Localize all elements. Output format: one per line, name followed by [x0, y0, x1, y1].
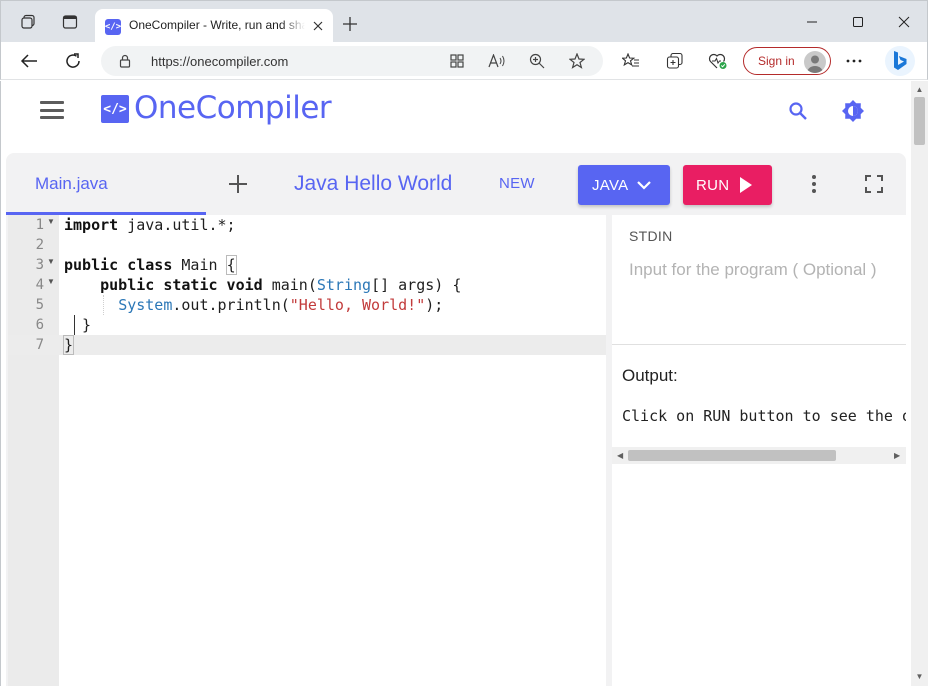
fold-arrow-icon[interactable]: ▼ [47, 257, 55, 266]
divider [612, 344, 906, 345]
fold-arrow-icon[interactable]: ▼ [47, 277, 55, 286]
text-cursor [74, 315, 75, 335]
code-text: System.out.println("Hello, World!"); [118, 296, 444, 314]
ide-toolbar: Main.java Java Hello World NEW JAVA RUN [6, 153, 906, 215]
line-number: 7 [35, 337, 44, 353]
zoom-icon[interactable] [527, 52, 547, 70]
browser-toolbar: https://onecompiler.com Sign in [0, 42, 928, 80]
refresh-icon[interactable] [60, 49, 86, 73]
read-aloud-icon[interactable] [487, 52, 507, 70]
stdin-input[interactable]: Input for the program ( Optional ) [629, 258, 879, 282]
ide-container: Main.java Java Hello World NEW JAVA RUN [6, 153, 906, 686]
page-content: </> OneCompiler ▲ ▼ Main.java Java Hello… [0, 81, 928, 686]
tab-main-java[interactable]: Main.java [6, 153, 206, 215]
minimize-icon[interactable] [789, 7, 835, 37]
scroll-down-arrow-icon[interactable]: ▼ [915, 671, 924, 681]
line-number: 6 [35, 317, 44, 333]
code-text: import java.util.*; [64, 216, 236, 234]
menu-hamburger-icon[interactable] [39, 99, 65, 121]
tab-title: OneCompiler - Write, run and share Java … [129, 18, 305, 34]
play-icon [739, 177, 753, 196]
onecompiler-favicon-icon: </> [105, 19, 121, 35]
browser-essentials-icon[interactable] [707, 51, 729, 71]
code-line[interactable]: 3 ▼ public class Main { [8, 255, 606, 275]
browser-tab-active[interactable]: </> OneCompiler - Write, run and share J… [95, 9, 333, 43]
code-text: } [64, 316, 92, 334]
snippet-title[interactable]: Java Hello World [294, 172, 452, 196]
line-number: 4 [35, 277, 44, 293]
workspaces-icon[interactable] [17, 11, 39, 33]
favorites-icon[interactable] [620, 51, 642, 71]
browser-tab-strip: </> OneCompiler - Write, run and share J… [0, 0, 928, 43]
bing-copilot-icon[interactable] [885, 46, 915, 76]
window-close-icon[interactable] [881, 7, 927, 37]
line-number: 5 [35, 297, 44, 313]
lock-icon[interactable] [119, 54, 131, 71]
code-line[interactable]: 2 [8, 235, 606, 255]
more-options-icon[interactable] [802, 172, 826, 196]
apps-grid-icon[interactable] [447, 52, 467, 70]
new-button[interactable]: NEW [499, 175, 535, 192]
indent-guide [103, 295, 104, 315]
code-line[interactable]: 6 } [8, 315, 606, 335]
sign-in-button[interactable]: Sign in [743, 47, 831, 75]
run-button[interactable]: RUN [683, 165, 772, 205]
collections-icon[interactable] [664, 51, 686, 71]
new-tab-icon[interactable] [339, 13, 361, 35]
scrollbar-thumb[interactable] [914, 97, 925, 145]
language-select-button[interactable]: JAVA [578, 165, 670, 205]
back-icon[interactable] [16, 49, 42, 73]
language-label: JAVA [592, 177, 629, 194]
code-text: public class Main { [64, 255, 237, 275]
address-bar[interactable]: https://onecompiler.com [101, 46, 603, 76]
code-text: } [62, 335, 75, 355]
fullscreen-icon[interactable] [862, 172, 886, 196]
line-number: 3 [35, 257, 44, 273]
sign-in-label: Sign in [758, 54, 795, 68]
stdin-label: STDIN [629, 228, 673, 244]
url-text[interactable]: https://onecompiler.com [151, 54, 288, 69]
code-text: public static void main(String[] args) { [100, 276, 462, 294]
close-tab-icon[interactable] [309, 17, 327, 35]
page-scrollbar[interactable]: ▲ ▼ [911, 81, 928, 686]
vertical-tabs-icon[interactable] [59, 11, 81, 33]
code-line-active[interactable]: 7 } [8, 335, 606, 355]
code-editor[interactable]: 1 ▼ import java.util.*; 2 3 ▼ public cla… [8, 215, 606, 686]
settings-more-icon[interactable] [843, 51, 865, 71]
line-number: 2 [35, 237, 44, 253]
favorite-star-icon[interactable] [567, 52, 587, 70]
io-pane: STDIN Input for the program ( Optional )… [612, 215, 906, 686]
code-line[interactable]: 5 System.out.println("Hello, World!"); [8, 295, 606, 315]
code-line[interactable]: 4 ▼ public static void main(String[] arg… [8, 275, 606, 295]
onecompiler-logo-text[interactable]: OneCompiler [134, 90, 332, 126]
output-label: Output: [622, 366, 678, 385]
add-file-icon[interactable] [226, 172, 250, 196]
chevron-down-icon [636, 177, 652, 196]
scroll-left-arrow-icon[interactable]: ◀ [617, 451, 623, 460]
output-scrollbar[interactable]: ◀ ▶ [612, 447, 906, 464]
scrollbar-thumb[interactable] [628, 450, 836, 461]
output-text: Click on RUN button to see the output [622, 407, 906, 425]
run-label: RUN [696, 177, 730, 194]
theme-toggle-icon[interactable] [841, 99, 865, 123]
line-number: 1 [35, 217, 44, 233]
fold-arrow-icon[interactable]: ▼ [47, 217, 55, 226]
avatar [804, 51, 826, 73]
file-tab-label: Main.java [35, 174, 108, 193]
scroll-up-arrow-icon[interactable]: ▲ [915, 84, 924, 94]
maximize-icon[interactable] [835, 7, 881, 37]
code-line[interactable]: 1 ▼ import java.util.*; [8, 215, 606, 235]
onecompiler-logo-icon[interactable]: </> [101, 95, 129, 123]
search-icon[interactable] [786, 99, 810, 123]
scroll-right-arrow-icon[interactable]: ▶ [894, 451, 900, 460]
